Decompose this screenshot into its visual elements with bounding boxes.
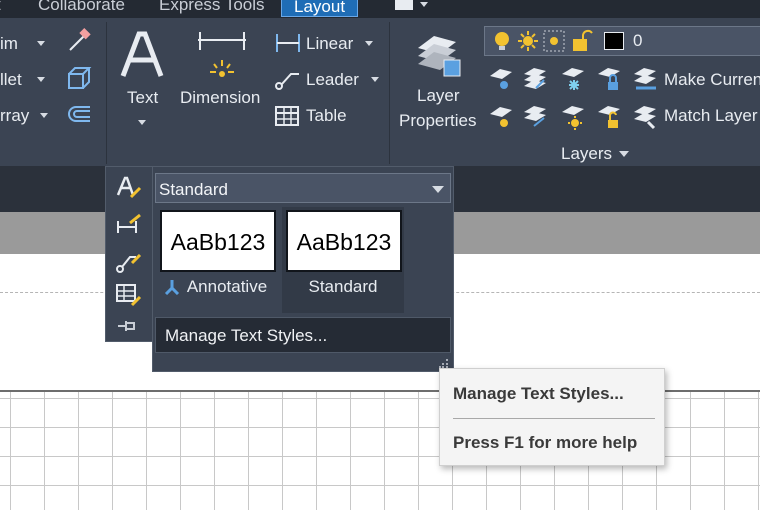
layer-stack-icon: [418, 36, 461, 77]
layer-thaw-icon[interactable]: [560, 104, 586, 130]
tooltip-title: Manage Text Styles...: [453, 384, 624, 403]
tooltip-divider: [453, 418, 655, 419]
resize-grip-icon[interactable]: [439, 358, 449, 368]
tab-partial[interactable]: t: [0, 0, 1, 15]
text-style-preview: AaBb123: [286, 210, 402, 272]
workspace-switch-button[interactable]: [393, 0, 431, 13]
layer-isolate-icon[interactable]: [522, 66, 548, 92]
trim-button[interactable]: im: [0, 34, 18, 54]
layer-off-icon[interactable]: [488, 66, 514, 92]
pin-icon[interactable]: [116, 317, 142, 335]
text-style-name: Standard: [308, 277, 378, 296]
text-style-preview: AaBb123: [160, 210, 276, 272]
text-style-gallery: AaBb123 Annotative AaBb123 Standard: [156, 207, 450, 313]
chevron-down-icon: [138, 120, 146, 125]
panel-separator: [389, 22, 390, 164]
tab-layout[interactable]: Layout: [281, 0, 359, 17]
text-style-swatch-annotative[interactable]: AaBb123 Annotative: [156, 207, 278, 313]
layer-unlock-icon[interactable]: [596, 104, 622, 130]
ribbon-panel: im llet rray Text Dimension Linear Leade…: [0, 18, 760, 166]
workspace-icon: [395, 0, 413, 10]
text-style-icon[interactable]: [116, 175, 142, 199]
text-style-selected: Standard: [159, 180, 228, 199]
layer-properties-label-1: Layer: [417, 86, 460, 105]
text-style-combobox[interactable]: Standard: [155, 173, 451, 203]
layers-panel-title[interactable]: Layers: [561, 144, 612, 164]
layer-on-bulb-icon: [495, 32, 509, 50]
tooltip-help-hint: Press F1 for more help: [453, 433, 638, 452]
layer-color-swatch: [604, 32, 624, 50]
layer-unisolate-icon[interactable]: [522, 104, 548, 130]
erase-icon[interactable]: [66, 28, 92, 54]
tab-express-tools[interactable]: Express Tools: [159, 0, 265, 15]
annotation-side-strip: [105, 166, 153, 342]
text-style-swatch-standard[interactable]: AaBb123 Standard: [282, 207, 404, 313]
linear-dimension-icon: [276, 34, 300, 52]
ribbon-tab-bar: t Collaborate Express Tools Layout: [0, 0, 760, 18]
chevron-down-icon: [619, 151, 629, 157]
chevron-down-icon: [365, 41, 373, 46]
fillet-button[interactable]: llet: [0, 70, 22, 90]
layer-thaw-sun-icon: [518, 31, 538, 51]
dimension-button-label: Dimension: [180, 88, 261, 107]
array-button[interactable]: rray: [0, 106, 29, 126]
manage-text-styles-tooltip: Manage Text Styles... Press F1 for more …: [439, 368, 665, 466]
manage-text-styles-item[interactable]: Manage Text Styles...: [155, 317, 451, 353]
chevron-down-icon: [371, 77, 379, 82]
text-button-label: Text: [127, 88, 159, 107]
multileader-style-icon[interactable]: [116, 249, 142, 273]
text-style-name: Annotative: [186, 277, 268, 296]
layer-properties-button[interactable]: Layer Properties: [396, 26, 482, 136]
text-style-dropdown-panel: Standard AaBb123 Annotative AaBb123 Stan…: [152, 166, 454, 372]
layer-dropdown[interactable]: 0: [484, 26, 760, 56]
table-button[interactable]: Table: [306, 106, 347, 126]
viewport-freeze-icon: [543, 30, 565, 52]
layer-on-icon[interactable]: [488, 104, 514, 130]
make-current-icon: [634, 68, 656, 90]
tab-collaborate[interactable]: Collaborate: [38, 0, 125, 15]
current-layer-name: 0: [633, 31, 643, 50]
text-a-icon: [120, 31, 164, 77]
layer-freeze-icon[interactable]: [560, 66, 586, 92]
table-style-icon[interactable]: [116, 283, 142, 307]
table-icon: [275, 106, 299, 126]
make-current-button[interactable]: Make Current: [664, 70, 760, 90]
leader-icon: [275, 73, 299, 90]
3d-box-icon[interactable]: [66, 66, 92, 92]
dimension-button[interactable]: Dimension: [178, 26, 268, 126]
match-layer-button[interactable]: Match Layer: [664, 106, 758, 126]
layer-lock-icon[interactable]: [596, 66, 622, 92]
linear-button[interactable]: Linear: [306, 34, 353, 54]
unlock-icon: [573, 29, 593, 51]
chevron-down-icon: [420, 2, 428, 7]
text-button[interactable]: Text: [115, 26, 171, 130]
match-layer-icon: [634, 106, 656, 130]
chevron-down-icon: [37, 41, 45, 46]
panel-separator: [106, 22, 107, 164]
chevron-down-icon: [37, 77, 45, 82]
layer-properties-label-2: Properties: [399, 111, 477, 130]
leader-button[interactable]: Leader: [306, 70, 359, 90]
chevron-down-icon: [432, 186, 444, 193]
dimension-style-icon[interactable]: [116, 213, 142, 237]
chevron-down-icon: [40, 113, 48, 118]
offset-icon[interactable]: [66, 104, 92, 126]
dimension-icon: [198, 32, 246, 77]
manage-text-styles-label: Manage Text Styles...: [165, 326, 328, 345]
